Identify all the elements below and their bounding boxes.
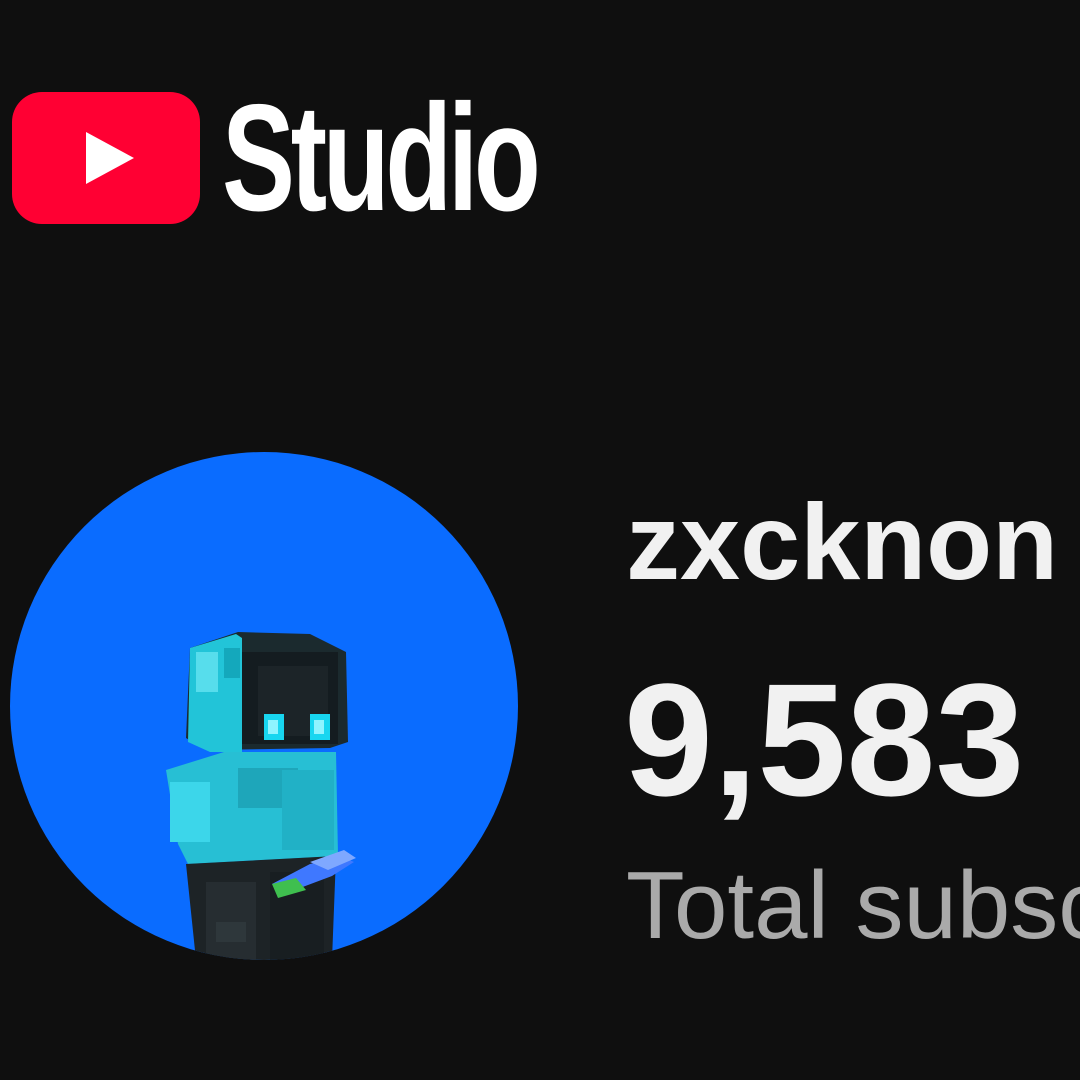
youtube-studio-logo[interactable]: Studio: [12, 82, 659, 234]
youtube-play-icon: [12, 92, 200, 224]
logo-text: Studio: [222, 73, 541, 243]
studio-channel-card: Studio zxcknon 9,583 Total subsc: [0, 0, 1080, 1080]
subscriber-label: Total subsc: [626, 852, 1080, 959]
channel-name: zxcknon: [626, 481, 1059, 602]
channel-avatar[interactable]: [10, 452, 518, 960]
subscriber-count: 9,583: [624, 650, 1025, 829]
minecraft-skin-avatar-icon: [166, 632, 356, 960]
